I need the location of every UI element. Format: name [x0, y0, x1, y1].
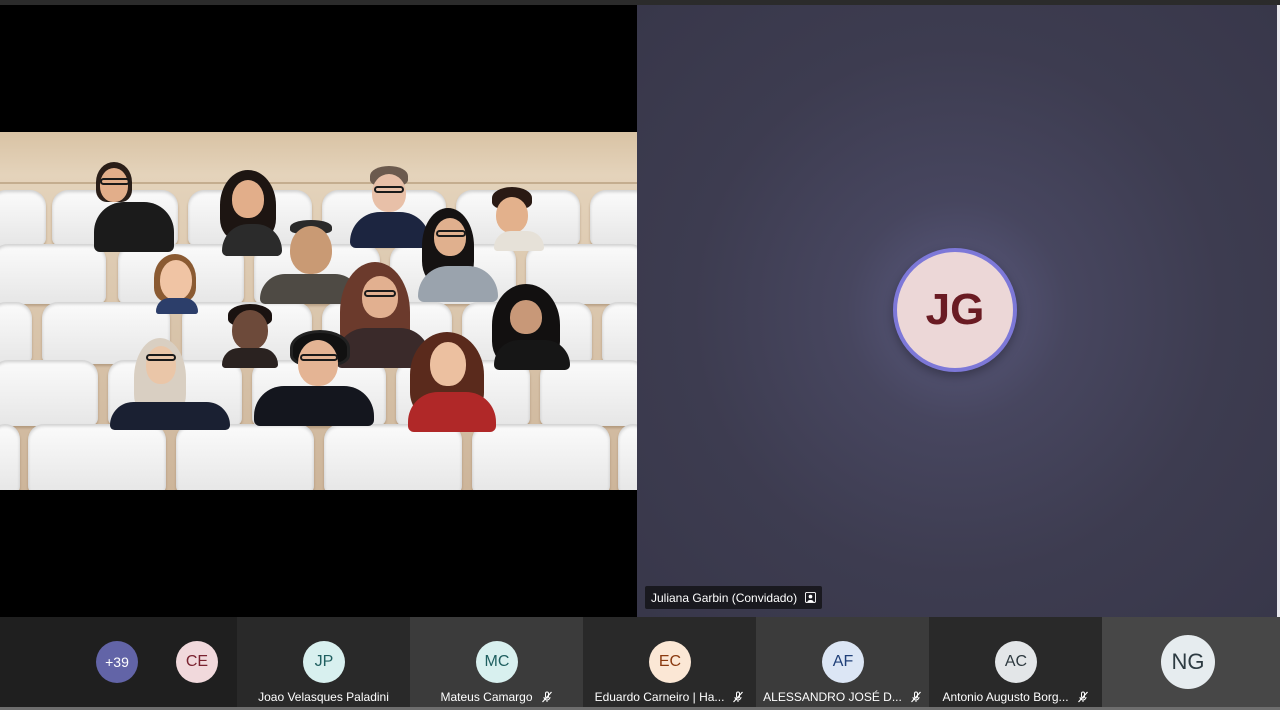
seat: [590, 190, 637, 246]
participant-avatar: MC: [476, 641, 518, 683]
participant-name-row: Eduardo Carneiro | Ha...: [583, 690, 756, 704]
participant-name: Joao Velasques Paladini: [258, 690, 389, 704]
participant-avatar: CE: [176, 641, 218, 683]
participant-tile[interactable]: EC Eduardo Carneiro | Ha...: [583, 617, 756, 710]
participant-tile[interactable]: +39 CE: [0, 617, 237, 710]
mic-muted-icon: [733, 691, 744, 703]
mic-muted-icon: [1077, 691, 1088, 703]
seat: [324, 424, 462, 490]
participant-name: Eduardo Carneiro | Ha...: [594, 690, 725, 704]
seat: [602, 302, 637, 364]
participant-name: Antonio Augusto Borg...: [942, 690, 1069, 704]
overflow-count-badge[interactable]: +39: [96, 641, 138, 683]
seat: [28, 424, 166, 490]
participant-tile[interactable]: NG: [1102, 617, 1280, 710]
seat: [0, 244, 106, 304]
participant-strip: +39 CE JP Joao Velasques Paladini MC Mat…: [0, 617, 1280, 710]
seat: [472, 424, 610, 490]
mic-muted-icon: [910, 691, 921, 703]
participant-avatar: EC: [649, 641, 691, 683]
auditorium-scene: [0, 132, 637, 490]
participant-avatar: JP: [303, 641, 345, 683]
seat: [0, 360, 98, 426]
participant-name-row: Mateus Camargo: [410, 690, 583, 704]
together-mode-video[interactable]: [0, 5, 637, 617]
participant-tile[interactable]: JP Joao Velasques Paladini: [237, 617, 410, 710]
participant-name-row: Joao Velasques Paladini: [237, 690, 410, 704]
pin-icon[interactable]: [805, 592, 817, 603]
seat: [0, 190, 46, 246]
spotlight-video[interactable]: JG Juliana Garbin (Convidado): [637, 5, 1277, 617]
participant-tile[interactable]: MC Mateus Camargo: [410, 617, 583, 710]
mic-muted-icon: [541, 691, 552, 703]
seat: [176, 424, 314, 490]
seat: [618, 424, 637, 490]
spotlight-name: Juliana Garbin (Convidado): [651, 590, 798, 605]
participant-tile[interactable]: AC Antonio Augusto Borg...: [929, 617, 1102, 710]
participant-tile[interactable]: AF ALESSANDRO JOSÉ D...: [756, 617, 929, 710]
spotlight-avatar: JG: [893, 248, 1017, 372]
seat: [0, 302, 32, 364]
seat: [0, 424, 20, 490]
participant-name-row: Antonio Augusto Borg...: [929, 690, 1102, 704]
participant-name: ALESSANDRO JOSÉ D...: [763, 690, 902, 704]
spotlight-name-tag: Juliana Garbin (Convidado): [645, 586, 823, 609]
participant-name: Mateus Camargo: [440, 690, 533, 704]
participant-avatar: AC: [995, 641, 1037, 683]
participant-avatar: NG: [1161, 635, 1215, 689]
participant-name-row: ALESSANDRO JOSÉ D...: [756, 690, 929, 704]
participant-avatar: AF: [822, 641, 864, 683]
